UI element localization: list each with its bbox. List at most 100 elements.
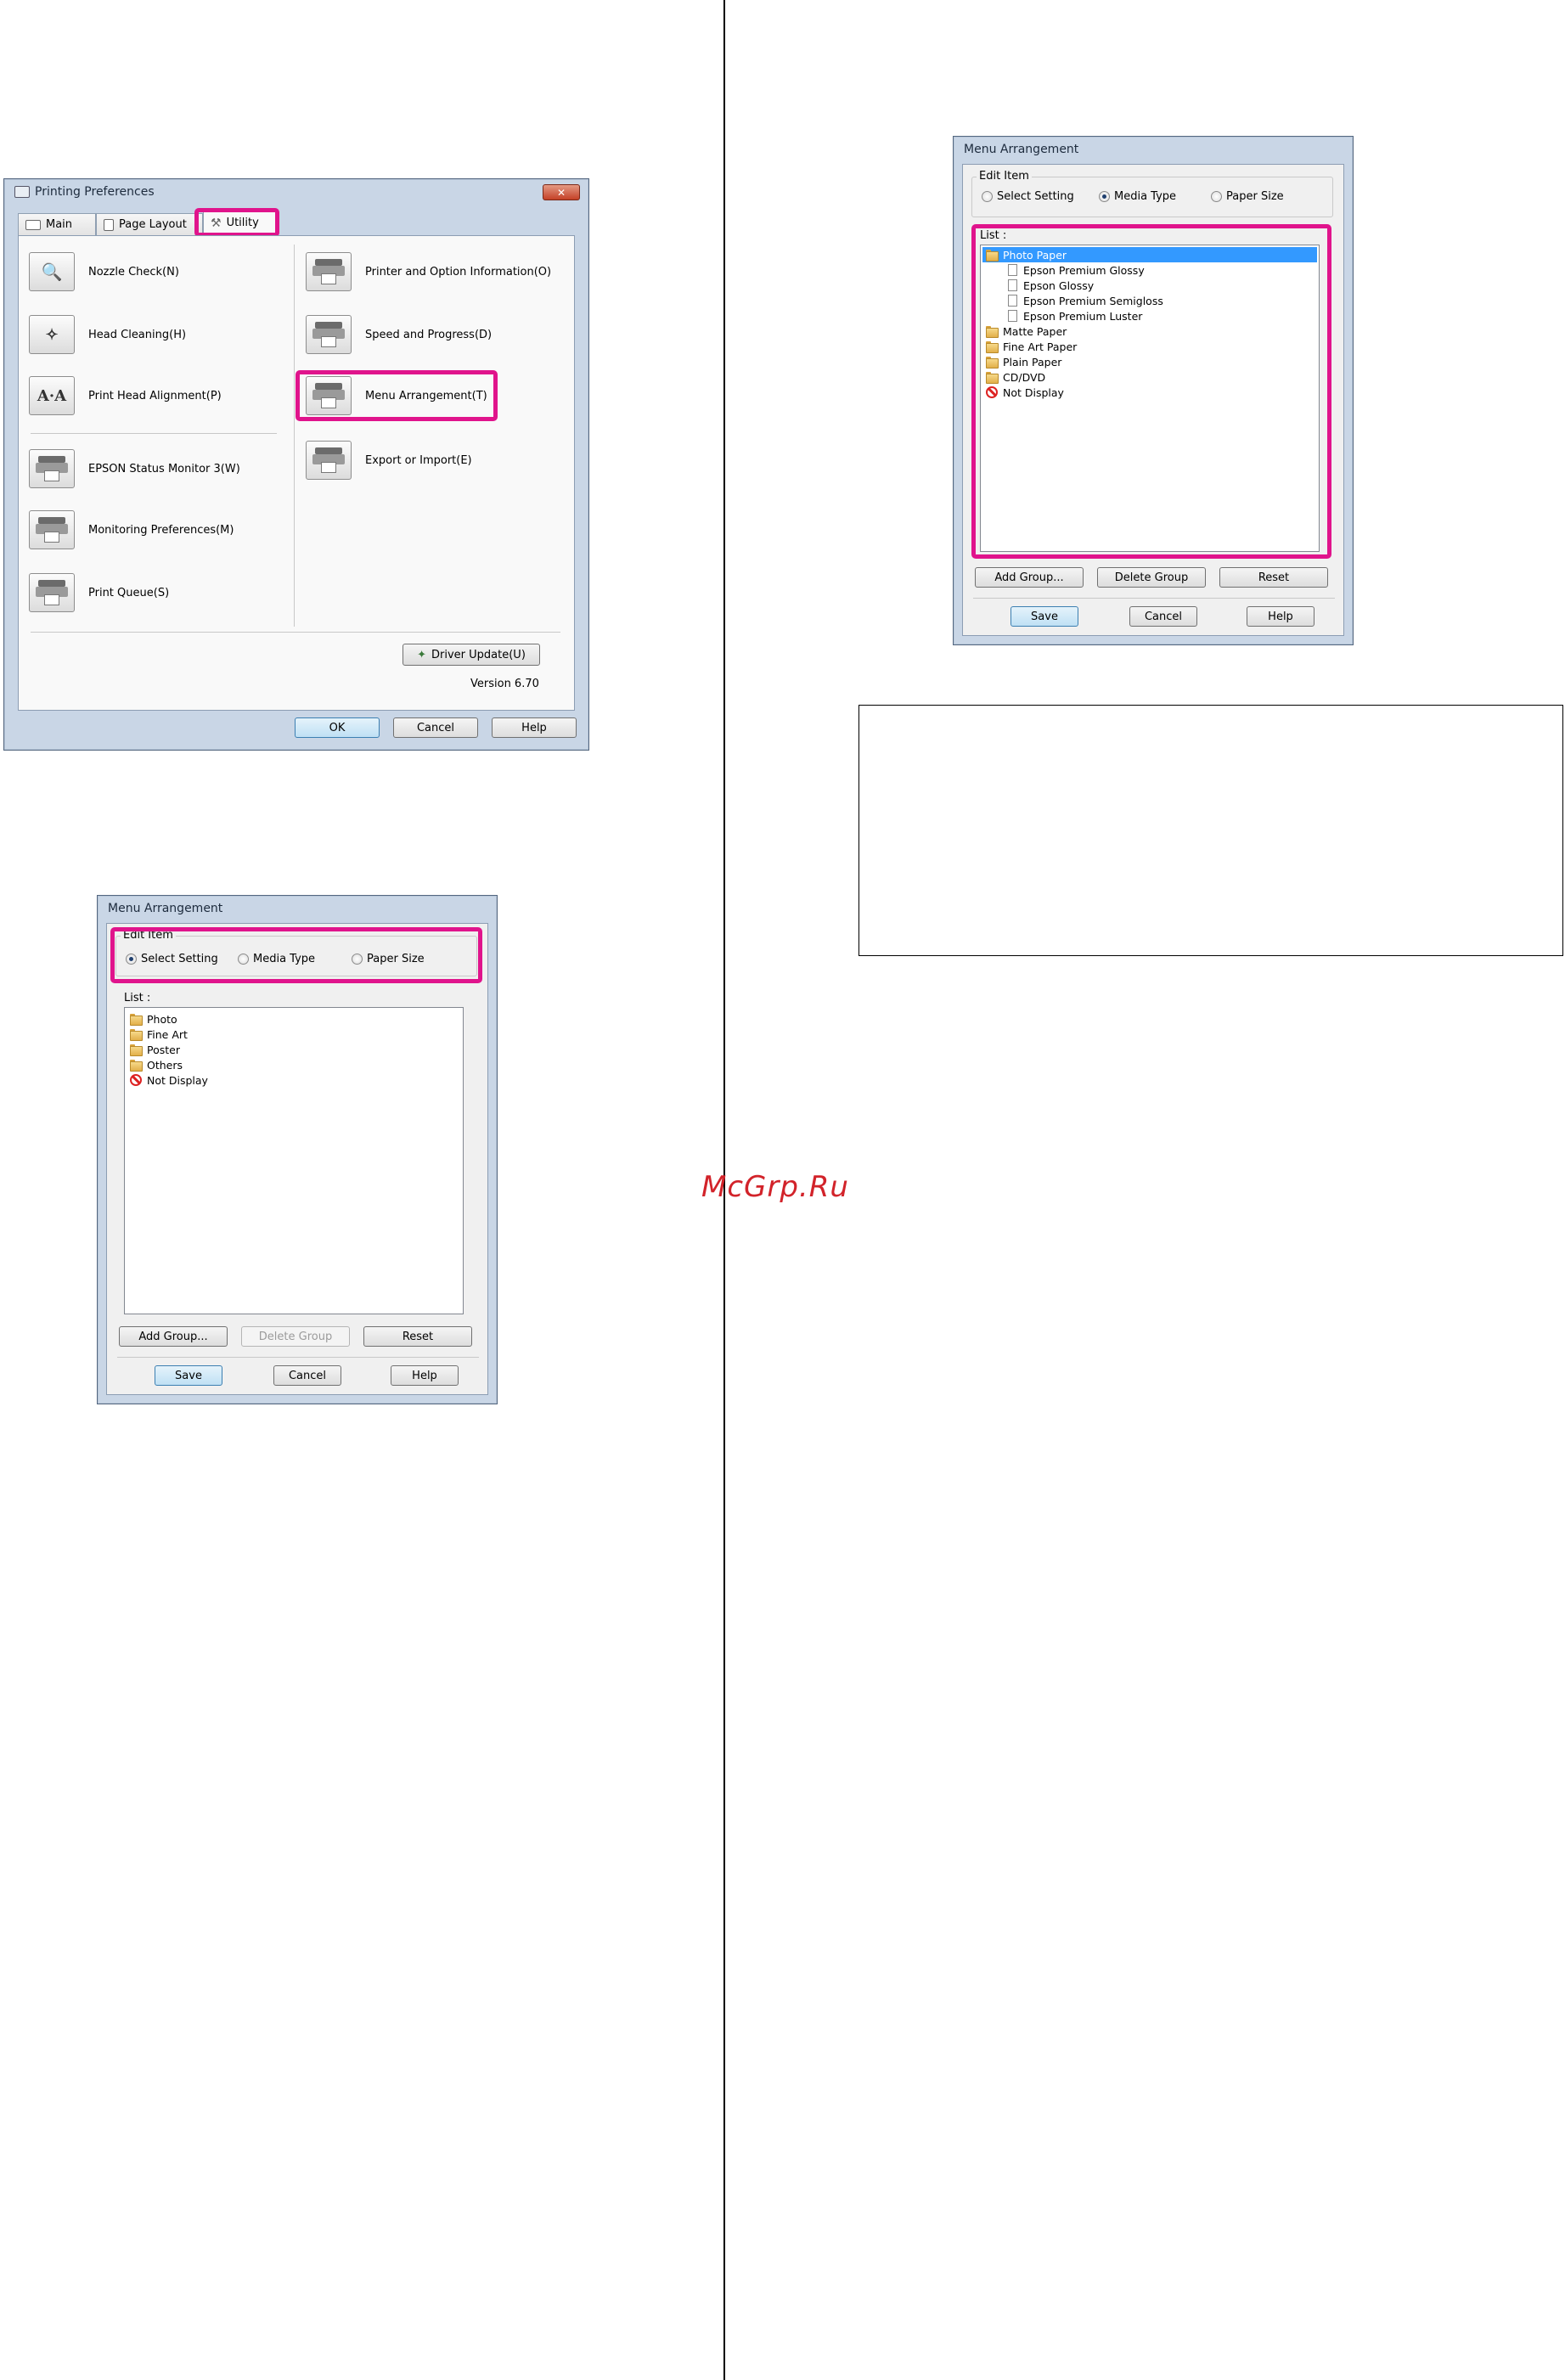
reset-button[interactable]: Reset (1219, 567, 1328, 588)
list-item[interactable]: Poster (130, 1042, 180, 1057)
radio-select-setting-label: Select Setting (997, 190, 1074, 203)
nozzle-check-label: Nozzle Check(N) (88, 265, 179, 279)
menu-arrangement-titlebar: Menu Arrangement (954, 137, 1353, 162)
window-title: Menu Arrangement (108, 902, 223, 915)
window-title: Printing Preferences (35, 185, 155, 199)
monitoring-preferences-label: Monitoring Preferences(M) (88, 523, 234, 537)
utility-column-separator (294, 245, 295, 627)
export-import-label: Export or Import(E) (365, 453, 472, 467)
print-queue-label: Print Queue(S) (88, 586, 170, 599)
status-monitor-icon (29, 449, 75, 488)
folder-icon (130, 1059, 143, 1072)
list-item[interactable]: Not Display (130, 1072, 208, 1088)
speed-progress-item[interactable]: Speed and Progress(D) (306, 314, 492, 355)
tab-page-layout[interactable]: Page Layout (96, 213, 203, 235)
globe-icon: ✦ (417, 648, 427, 661)
speed-progress-label: Speed and Progress(D) (365, 328, 493, 341)
alignment-icon: A·A (29, 376, 75, 415)
printer-option-info-label: Printer and Option Information(O) (365, 265, 552, 279)
list-item[interactable]: Photo (130, 1011, 177, 1027)
monitoring-preferences-item[interactable]: Monitoring Preferences(M) (29, 509, 234, 550)
menu-arrangement-client: Edit Item Select Setting Media Type Pape… (962, 164, 1344, 636)
list-item[interactable]: Fine Art (130, 1027, 188, 1042)
printer-option-info-item[interactable]: Printer and Option Information(O) (306, 251, 551, 292)
print-head-alignment-item[interactable]: A·A Print Head Alignment(P) (29, 375, 222, 416)
status-monitor-item[interactable]: EPSON Status Monitor 3(W) (29, 448, 240, 489)
folder-icon (130, 1028, 143, 1041)
status-monitor-label: EPSON Status Monitor 3(W) (88, 462, 240, 475)
delete-group-button[interactable]: Delete Group (241, 1326, 350, 1347)
edit-item-label: Edit Item (977, 170, 1032, 183)
nozzle-check-icon: 🔍 (29, 252, 75, 291)
driver-update-label: Driver Update(U) (431, 648, 526, 661)
export-import-icon (306, 441, 352, 480)
speed-progress-icon (306, 315, 352, 354)
menu-arrangement-client: Edit Item Select Setting Media Type Pape… (106, 923, 488, 1395)
head-cleaning-label: Head Cleaning(H) (88, 328, 187, 341)
list-item-label: Poster (147, 1043, 180, 1056)
menu-arrangement-window-media-type: Menu Arrangement Edit Item Select Settin… (953, 136, 1354, 645)
bottom-separator (31, 632, 560, 633)
driver-update-button[interactable]: ✦ Driver Update(U) (403, 644, 540, 666)
monitoring-prefs-icon (29, 510, 75, 549)
page-icon (104, 218, 114, 231)
print-queue-icon (29, 573, 75, 612)
version-label: Version 6.70 (470, 678, 539, 690)
list-highlight (971, 224, 1331, 559)
head-cleaning-item[interactable]: ✧ Head Cleaning(H) (29, 314, 186, 355)
group-list[interactable]: Photo Fine Art Poster Others Not Display (124, 1007, 464, 1314)
watermark: McGrp.Ru (701, 1170, 849, 1204)
menu-arrangement-window-select-setting: Menu Arrangement Edit Item Select Settin… (97, 895, 498, 1404)
radio-dot (1211, 191, 1222, 202)
print-queue-item[interactable]: Print Queue(S) (29, 572, 169, 613)
ok-button[interactable]: OK (295, 717, 380, 738)
menu-arrangement-highlight (296, 370, 498, 421)
folder-icon (130, 1044, 143, 1056)
delete-group-button[interactable]: Delete Group (1097, 567, 1206, 588)
cancel-button[interactable]: Cancel (393, 717, 478, 738)
help-button[interactable]: Help (391, 1365, 459, 1386)
list-item-label: Not Display (147, 1073, 208, 1087)
printing-preferences-window: Printing Preferences ✕ Main Page Layout … (3, 178, 589, 751)
save-button[interactable]: Save (1010, 606, 1078, 627)
cancel-button[interactable]: Cancel (273, 1365, 341, 1386)
radio-media-type[interactable]: Media Type (1099, 190, 1176, 203)
help-button[interactable]: Help (1247, 606, 1314, 627)
add-group-button[interactable]: Add Group... (119, 1326, 228, 1347)
radio-dot (1099, 191, 1110, 202)
reset-button[interactable]: Reset (363, 1326, 472, 1347)
window-title: Menu Arrangement (964, 143, 1079, 156)
close-icon: ✕ (556, 186, 566, 199)
save-button[interactable]: Save (155, 1365, 222, 1386)
list-item-label: Others (147, 1058, 183, 1072)
edit-item-highlight (110, 927, 482, 983)
radio-media-type-label: Media Type (1114, 190, 1177, 203)
nozzle-check-item[interactable]: 🔍 Nozzle Check(N) (29, 251, 179, 292)
button-separator (973, 598, 1335, 599)
printer-info-icon (306, 252, 352, 291)
help-button[interactable]: Help (492, 717, 577, 738)
radio-paper-size-label: Paper Size (1226, 190, 1284, 203)
list-item-label: Fine Art (147, 1027, 188, 1041)
utility-panel: 🔍 Nozzle Check(N) ✧ Head Cleaning(H) A·A… (18, 235, 575, 711)
printing-preferences-titlebar: Printing Preferences (4, 179, 588, 205)
radio-select-setting[interactable]: Select Setting (982, 190, 1074, 203)
not-display-icon (130, 1074, 142, 1086)
add-group-button[interactable]: Add Group... (975, 567, 1084, 588)
close-button[interactable]: ✕ (543, 184, 580, 200)
tab-main-label: Main (46, 218, 73, 231)
tab-page-layout-label: Page Layout (119, 218, 187, 231)
folder-icon (130, 1013, 143, 1026)
tab-main[interactable]: Main (18, 213, 96, 235)
printer-title-icon (14, 186, 30, 198)
export-import-item[interactable]: Export or Import(E) (306, 440, 472, 481)
left-group-separator (31, 433, 277, 434)
menu-arrangement-titlebar: Menu Arrangement (98, 896, 497, 921)
radio-paper-size[interactable]: Paper Size (1211, 190, 1284, 203)
note-box (858, 705, 1563, 956)
button-separator (117, 1357, 479, 1358)
printer-icon (25, 219, 41, 230)
radio-dot (982, 191, 993, 202)
list-item[interactable]: Others (130, 1057, 183, 1072)
cancel-button[interactable]: Cancel (1129, 606, 1197, 627)
